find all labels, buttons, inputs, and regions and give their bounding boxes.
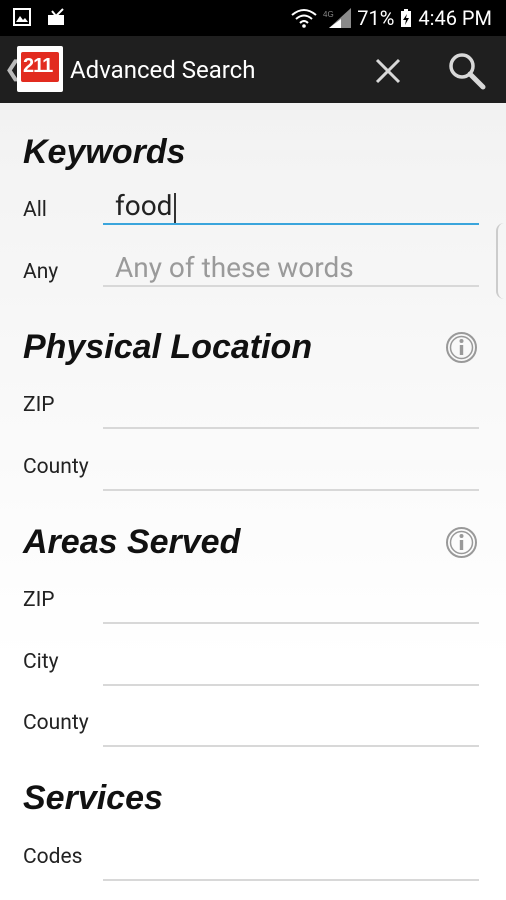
battery-charging-icon	[401, 9, 412, 27]
areas-served-heading: Areas Served	[23, 523, 241, 561]
services-heading: Services	[23, 779, 163, 817]
all-words-input[interactable]: food	[103, 189, 479, 225]
app-bar: ❮ 211 Advanced Search	[0, 36, 506, 103]
physical-zip-label: ZIP	[23, 393, 55, 417]
scroll-edge	[496, 223, 506, 299]
wifi-icon	[291, 9, 317, 28]
served-city-input[interactable]	[103, 650, 479, 686]
physical-location-heading: Physical Location	[23, 328, 313, 366]
clock-time: 4:46 PM	[418, 6, 492, 30]
physical-location-info-icon[interactable]	[445, 331, 478, 364]
codes-input[interactable]	[103, 845, 479, 881]
page-title: Advanced Search	[70, 56, 256, 84]
status-bar: 4G 71% 4:46 PM	[0, 0, 506, 36]
text-cursor	[174, 192, 177, 223]
physical-county-input[interactable]	[103, 455, 479, 491]
keywords-heading: Keywords	[23, 133, 186, 171]
any-words-placeholder: Any of these words	[115, 251, 354, 284]
served-county-label: County	[23, 711, 89, 735]
all-label: All	[23, 198, 47, 222]
app-logo[interactable]: 211	[17, 46, 63, 92]
served-county-input[interactable]	[103, 711, 479, 747]
close-icon[interactable]	[371, 54, 405, 88]
app-logo-text: 211	[23, 55, 53, 77]
physical-zip-input[interactable]	[103, 393, 479, 429]
areas-served-info-icon[interactable]	[445, 526, 478, 559]
search-icon[interactable]	[446, 50, 486, 90]
served-zip-input[interactable]	[103, 588, 479, 624]
svg-text:4G: 4G	[323, 10, 334, 19]
codes-label: Codes	[23, 845, 83, 869]
served-city-label: City	[23, 650, 59, 674]
gallery-notification-icon	[13, 8, 31, 26]
served-zip-label: ZIP	[23, 588, 55, 612]
inbox-notification-icon	[48, 8, 64, 25]
search-form: Keywords All food Any Any of these words…	[0, 103, 506, 900]
signal-icon: 4G	[323, 8, 352, 28]
any-words-input[interactable]: Any of these words	[103, 251, 479, 287]
battery-percent: 71%	[357, 6, 395, 30]
physical-county-label: County	[23, 455, 89, 479]
all-words-value: food	[115, 189, 173, 222]
any-label: Any	[23, 260, 59, 284]
